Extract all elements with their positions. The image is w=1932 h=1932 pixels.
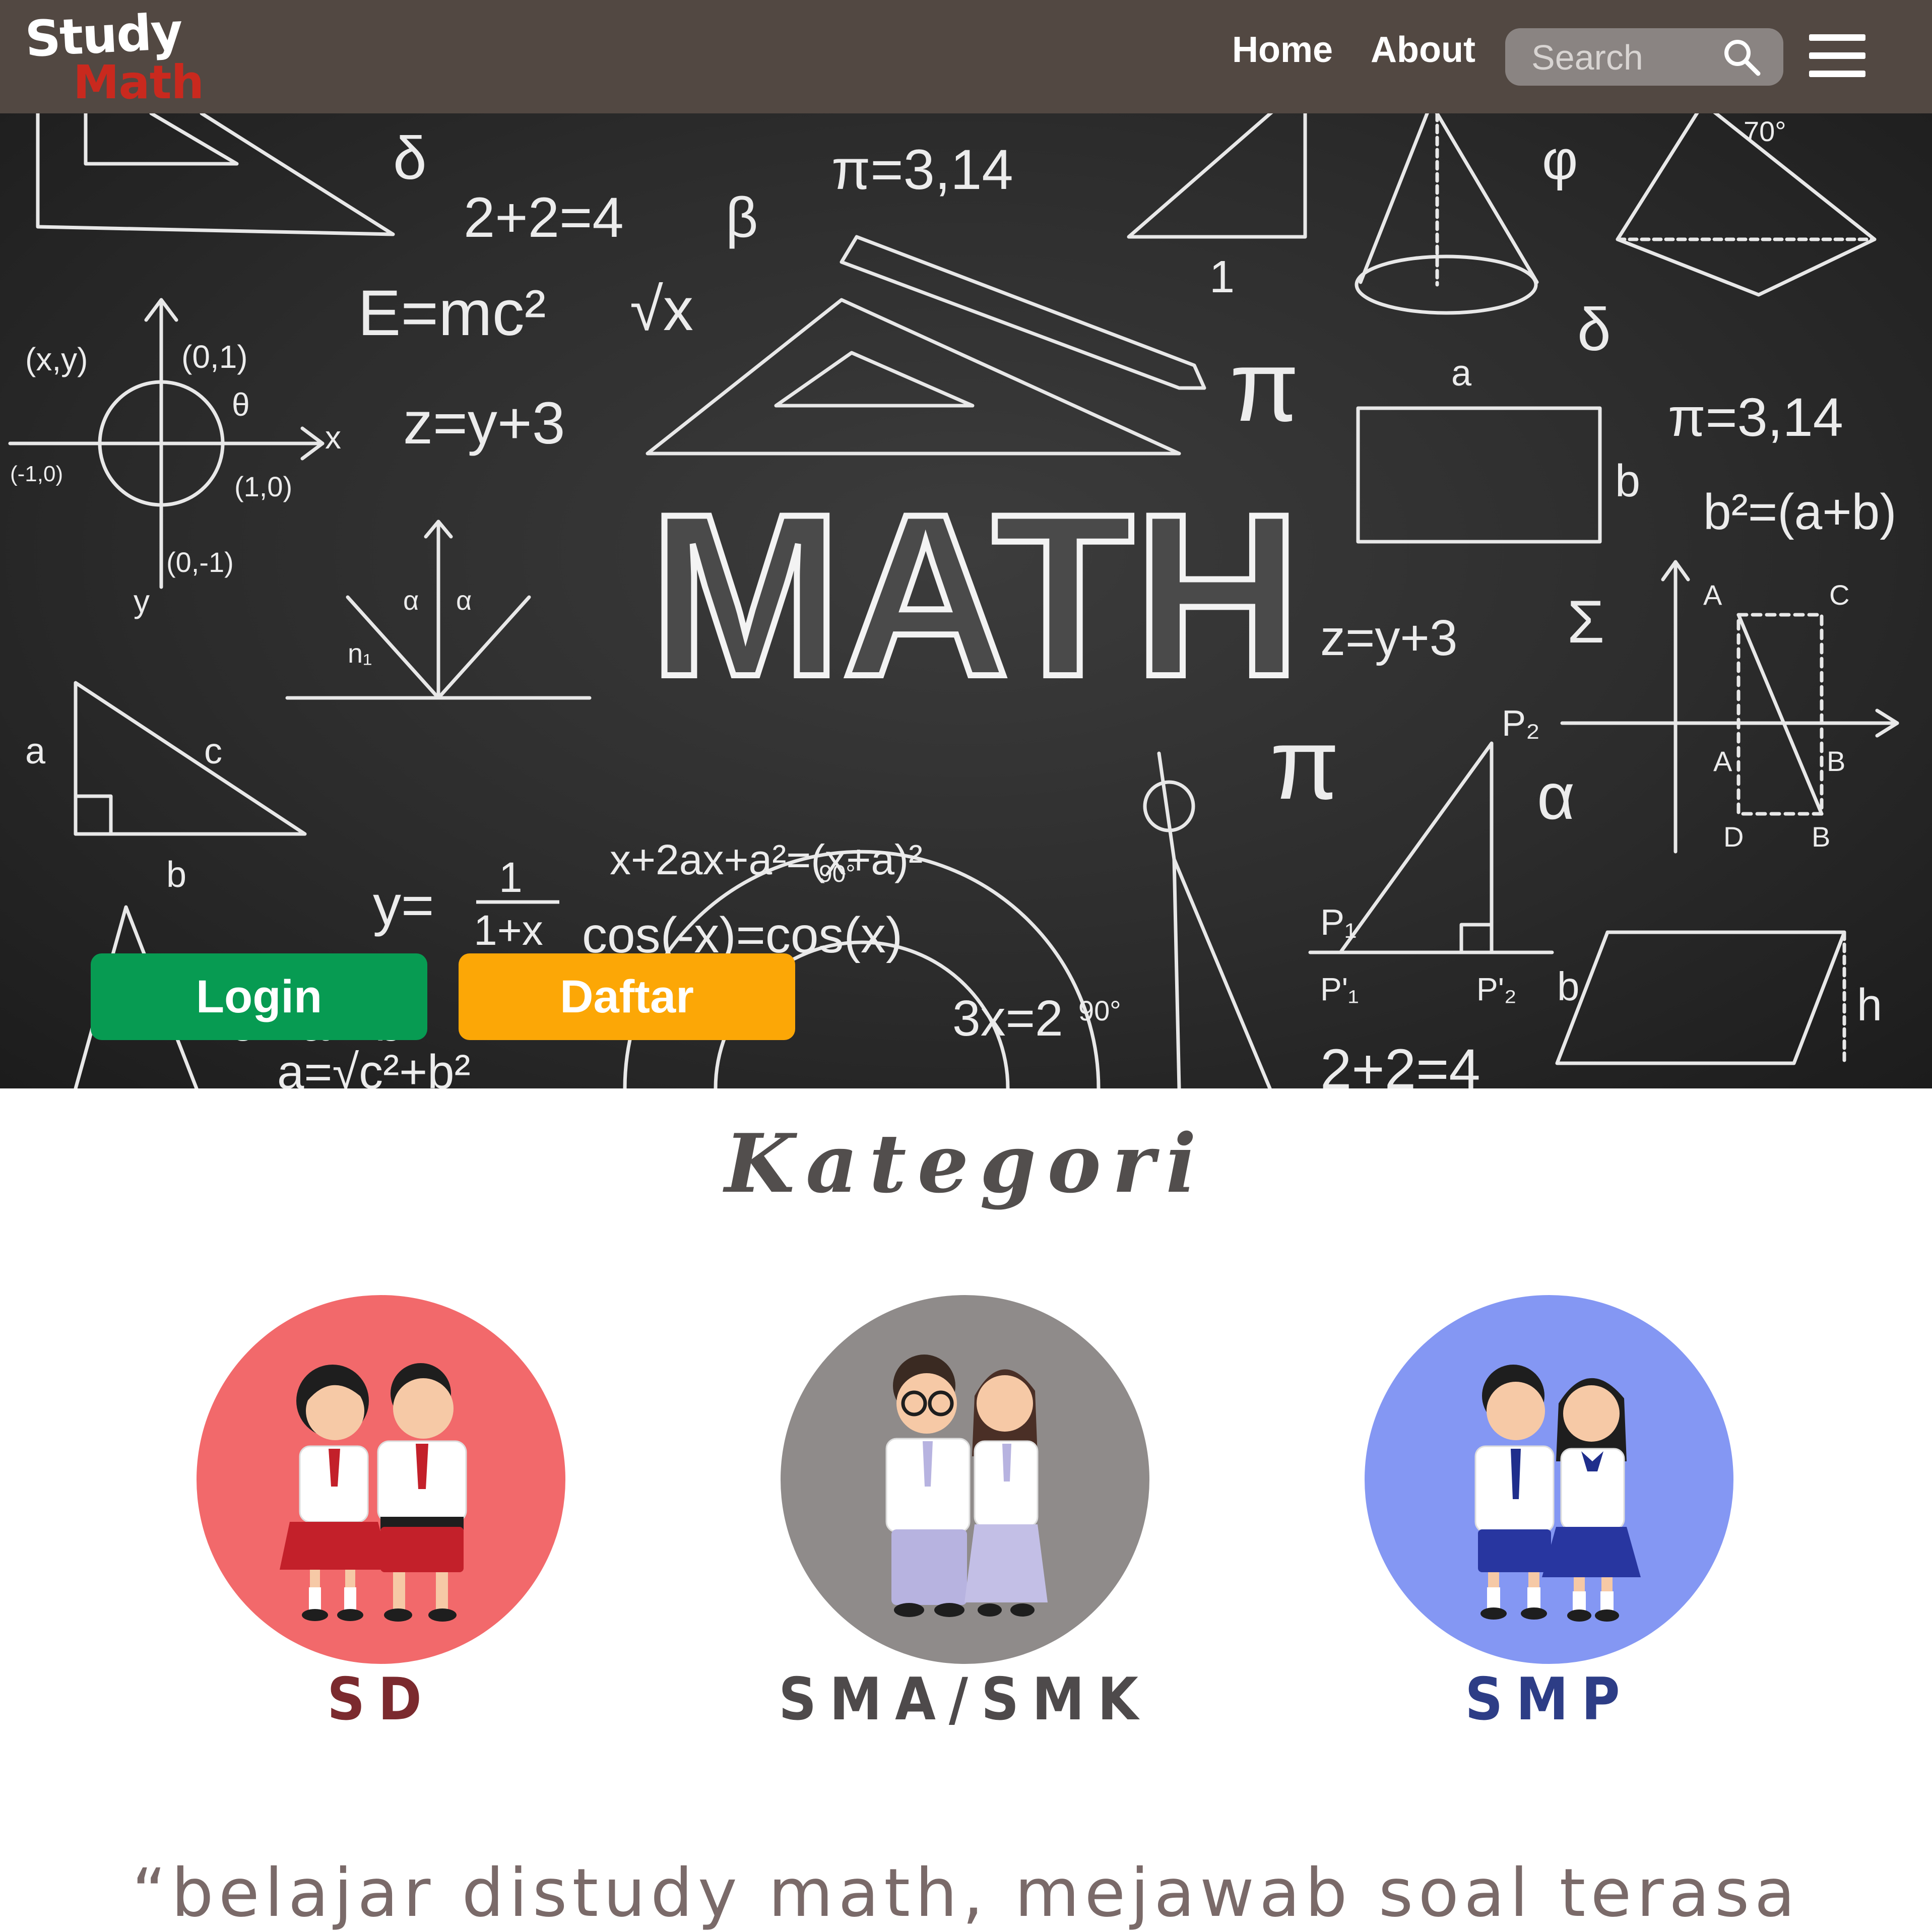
svg-text:P₁: P₁ xyxy=(1320,903,1357,943)
svg-text:C: C xyxy=(1829,579,1849,611)
svg-text:1+x: 1+x xyxy=(474,907,543,954)
svg-text:y: y xyxy=(134,583,150,619)
chalkboard-illustration: π=3,14 2+2=4 β δ E=mc² √x z=y+3 π=3,14 b… xyxy=(8,113,1899,1088)
svg-text:B: B xyxy=(1812,821,1830,853)
svg-text:a: a xyxy=(25,731,46,771)
category-label-sma-smk: SMA/SMK xyxy=(779,1665,1151,1733)
navbar: Study Math Home About xyxy=(0,0,1932,113)
tagline-quote: “belajar distudy math, mejawab soal tera… xyxy=(132,1854,1800,1932)
category-label-sd: SD xyxy=(327,1665,435,1733)
svg-text:β: β xyxy=(726,186,758,249)
svg-text:θ: θ xyxy=(232,387,250,423)
svg-text:2+2=4: 2+2=4 xyxy=(1320,1038,1480,1088)
svg-text:z=y+3: z=y+3 xyxy=(1320,610,1457,666)
site-logo[interactable]: Study Math xyxy=(24,3,204,109)
svg-text:(-1,0): (-1,0) xyxy=(10,462,63,486)
svg-text:P'₁: P'₁ xyxy=(1320,971,1359,1007)
svg-text:(1,0): (1,0) xyxy=(234,471,292,502)
svg-text:π: π xyxy=(1230,330,1299,442)
svg-text:α: α xyxy=(403,586,419,616)
svg-text:90°: 90° xyxy=(1078,995,1121,1026)
students-sma-illustration xyxy=(885,1355,1048,1617)
svg-text:1: 1 xyxy=(499,854,523,901)
svg-text:x+2ax+a²=(x+a)²: x+2ax+a²=(x+a)² xyxy=(610,836,923,883)
svg-text:h: h xyxy=(1857,980,1882,1031)
svg-text:(x,y): (x,y) xyxy=(25,341,88,377)
svg-text:π: π xyxy=(1270,708,1339,820)
svg-text:A: A xyxy=(1713,745,1732,777)
svg-text:z=y+3: z=y+3 xyxy=(403,390,565,457)
logo-word-math: Math xyxy=(73,55,204,109)
login-button[interactable]: Login xyxy=(91,953,427,1040)
category-section-title: Kategori xyxy=(724,1116,1208,1211)
svg-text:b: b xyxy=(1557,964,1580,1009)
svg-text:b: b xyxy=(1615,456,1640,506)
svg-text:90°: 90° xyxy=(819,861,856,887)
svg-text:π=3,14: π=3,14 xyxy=(1668,387,1843,447)
nav-link-about[interactable]: About xyxy=(1371,29,1475,71)
svg-text:δ: δ xyxy=(1577,296,1611,363)
students-smp-illustration xyxy=(1474,1365,1641,1622)
svg-text:3x=2: 3x=2 xyxy=(952,990,1063,1047)
svg-text:b²=(a+b): b²=(a+b) xyxy=(1703,484,1897,540)
svg-text:E=mc²: E=mc² xyxy=(358,277,546,349)
svg-text:(0,-1): (0,-1) xyxy=(166,546,234,578)
svg-text:c: c xyxy=(204,731,222,771)
svg-text:P₂: P₂ xyxy=(1502,703,1540,744)
svg-text:a: a xyxy=(1451,353,1472,394)
svg-text:70°: 70° xyxy=(1744,115,1786,147)
svg-text:b: b xyxy=(166,855,186,895)
svg-text:√x: √x xyxy=(630,276,693,343)
search-input[interactable] xyxy=(1530,35,1724,80)
svg-text:n₁: n₁ xyxy=(348,638,372,669)
svg-text:π=3,14: π=3,14 xyxy=(831,138,1013,201)
svg-text:2+2=4: 2+2=4 xyxy=(464,186,624,249)
students-sd-illustration xyxy=(280,1363,467,1622)
nav-link-home[interactable]: Home xyxy=(1232,29,1333,71)
svg-text:(0,1): (0,1) xyxy=(181,339,248,375)
search-icon[interactable] xyxy=(1721,36,1763,79)
svg-text:φ: φ xyxy=(1542,129,1578,191)
svg-text:A: A xyxy=(1703,579,1722,611)
svg-text:a=√c²+b²: a=√c²+b² xyxy=(277,1045,471,1088)
svg-text:Σ: Σ xyxy=(1567,588,1604,656)
svg-text:1: 1 xyxy=(1209,252,1235,302)
svg-text:B: B xyxy=(1827,745,1845,777)
svg-text:y=: y= xyxy=(373,874,434,937)
svg-text:x: x xyxy=(325,419,341,456)
hamburger-menu-icon[interactable] xyxy=(1809,33,1865,79)
search-box xyxy=(1505,28,1783,86)
svg-text:α: α xyxy=(456,586,472,616)
category-label-smp: SMP xyxy=(1465,1665,1633,1733)
hero-heading: MATH xyxy=(649,466,1301,725)
svg-text:P'₂: P'₂ xyxy=(1476,971,1517,1007)
register-button[interactable]: Daftar xyxy=(459,953,795,1040)
svg-text:α: α xyxy=(1537,759,1575,833)
svg-text:δ: δ xyxy=(393,124,427,192)
hero-banner: π=3,14 2+2=4 β δ E=mc² √x z=y+3 π=3,14 b… xyxy=(0,113,1932,1088)
svg-text:D: D xyxy=(1723,821,1744,853)
